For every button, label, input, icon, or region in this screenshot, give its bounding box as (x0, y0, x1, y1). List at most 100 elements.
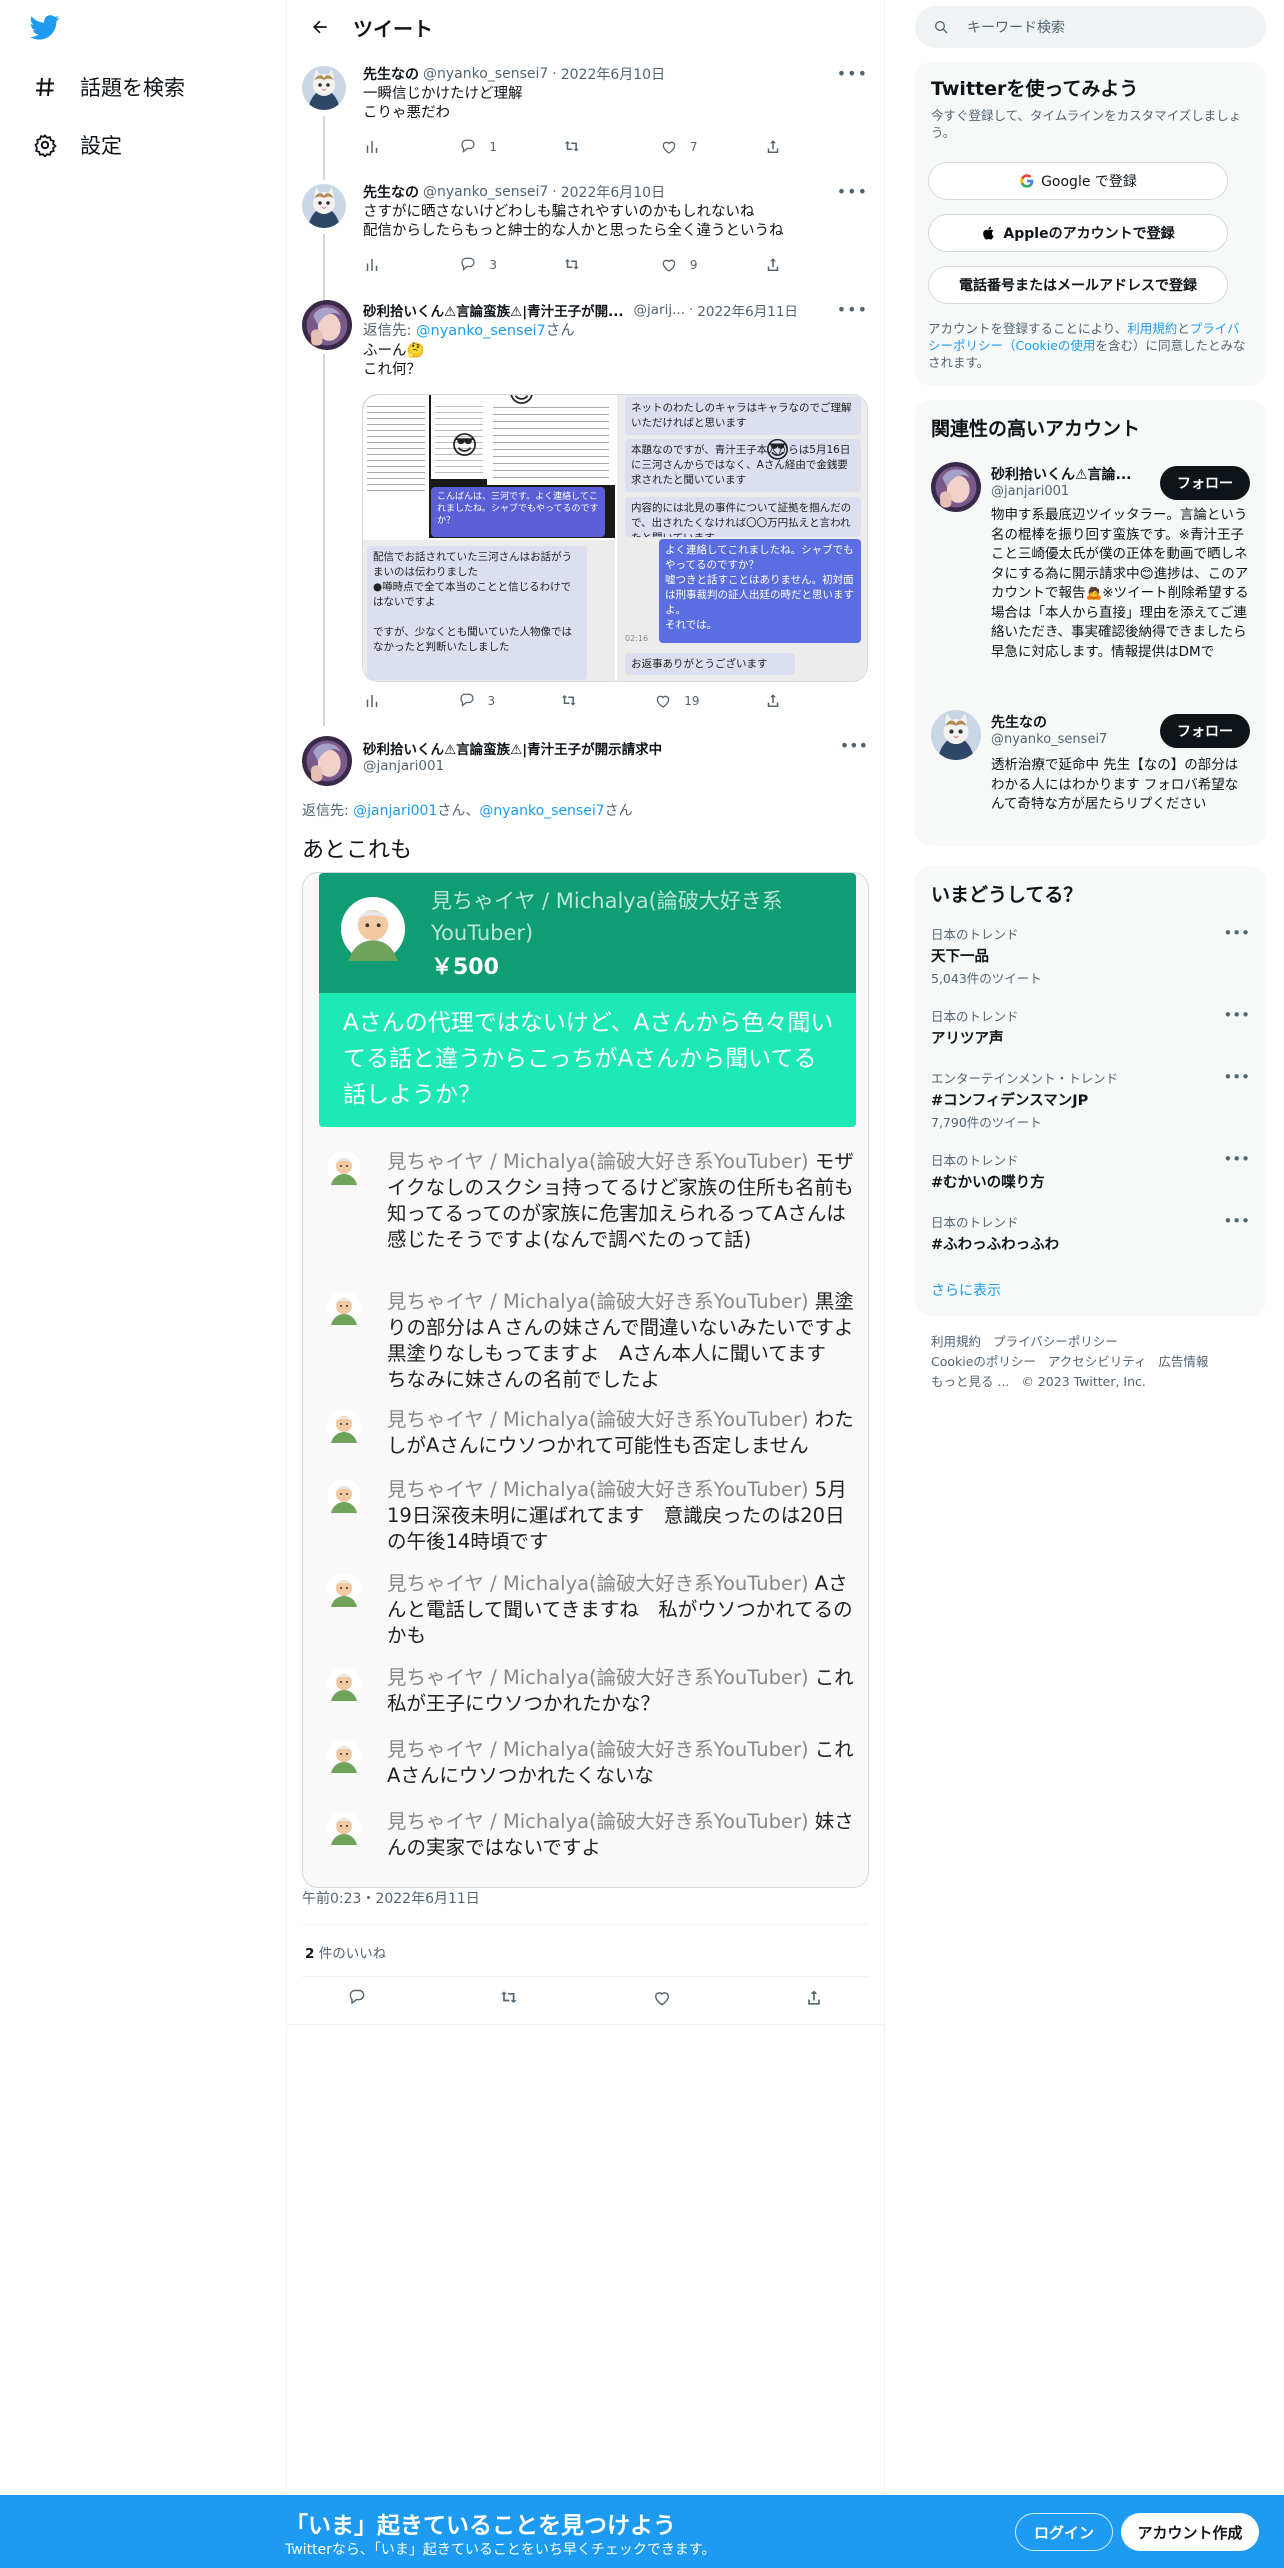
chat-avatar-icon (327, 1151, 361, 1185)
views-button[interactable] (363, 138, 393, 156)
views-icon (366, 695, 378, 707)
thread-tweet[interactable]: 先生なの @nyanko_sensei7 · 2022年6月10日 ••• さす… (287, 168, 884, 292)
like-button[interactable] (652, 1988, 672, 2012)
tweet-image[interactable]: 見ちゃイヤ / Michalya(論破大好き系YouTuber) ￥500 Aさ… (302, 872, 869, 1888)
trend-item[interactable]: 日本のトレンド 天下一品 5,043件のツイート ••• (931, 924, 1250, 987)
more-icon[interactable]: ••• (837, 182, 868, 201)
google-signup-button[interactable]: Google で登録 (928, 162, 1228, 200)
tweet-image[interactable]: 😎 😎 こんばんは、三河です。よく連絡してこれましたね。シャブでもやってるのです… (363, 395, 615, 538)
account-handle[interactable]: @nyanko_sensei7 (991, 732, 1107, 747)
tweet-text: さすがに晒さないけどわしも騙されやすいのかもしれないね 配信からしたらもっと紳士… (363, 203, 868, 241)
more-icon[interactable]: ••• (1223, 1212, 1250, 1230)
tweet-line: 一瞬信じかけたけど理解 (363, 86, 523, 102)
more-icon[interactable]: ••• (1223, 1006, 1250, 1024)
tweet-actions: 3 19 (363, 692, 794, 710)
nav-explore[interactable]: 話題を検索 (30, 67, 185, 107)
footer-cookie-link[interactable]: Cookieのポリシー (931, 1354, 1036, 1369)
search-box[interactable]: キーワード検索 (915, 6, 1266, 48)
avatar[interactable] (302, 66, 346, 110)
avatar[interactable] (302, 300, 352, 350)
retweet-button[interactable] (563, 256, 593, 274)
more-icon[interactable]: ••• (1223, 1150, 1250, 1168)
tweet-line: 配信からしたらもっと紳士的な人かと思ったら全く違うというね (363, 223, 784, 239)
more-icon[interactable]: ••• (840, 736, 868, 755)
reply-button[interactable] (347, 1988, 367, 2012)
author-name[interactable]: 先生なの (363, 64, 419, 84)
likes-summary[interactable]: 2 件のいいね (305, 1942, 386, 1962)
trend-name: アリツア声 (931, 1031, 1004, 1047)
account-name[interactable]: 先生なの (991, 712, 1047, 732)
tweet-date[interactable]: 2022年6月10日 (561, 64, 665, 84)
retweet-button[interactable] (563, 138, 593, 156)
retweet-button[interactable] (560, 692, 590, 710)
tweet-timestamp[interactable]: 午前0:23・2022年6月11日 (302, 1888, 480, 1908)
tweet-image[interactable]: ネットのわたしのキャラはキャラなのでご理解いただければと思います 本題なのですが… (617, 395, 867, 681)
follow-button[interactable]: フォロー (1160, 466, 1250, 500)
author-name[interactable]: 砂利拾いくん⚠言論蛮族⚠|青汁王子が開... (363, 300, 624, 320)
mention-link[interactable]: @janjari001 (353, 803, 437, 819)
login-button[interactable]: ログイン (1015, 2513, 1113, 2551)
account-handle[interactable]: @janjari001 (991, 484, 1069, 499)
tweet-image[interactable]: 配信でお話されていた三河さんはお話がうまいのは伝わりました ●噂時点で全て本当の… (363, 540, 615, 681)
footer-terms-link[interactable]: 利用規約 (931, 1334, 981, 1349)
author-name[interactable]: 砂利拾いくん⚠言論蛮族⚠|青汁王子が開示請求中 (363, 738, 662, 758)
author-handle[interactable]: @janjari001 (363, 758, 444, 774)
reply-button[interactable]: 3 (458, 692, 495, 710)
more-icon[interactable]: ••• (837, 64, 868, 83)
footer-ads-link[interactable]: 広告情報 (1158, 1354, 1208, 1369)
share-button[interactable] (764, 256, 794, 274)
apple-signup-button[interactable]: Appleのアカウントで登録 (928, 214, 1228, 252)
more-icon[interactable]: ••• (1223, 924, 1250, 942)
account-name[interactable]: 砂利拾いくん⚠言論... (991, 464, 1132, 484)
reply-to: 返信先: @nyanko_sensei7さん (363, 322, 868, 341)
share-button[interactable] (804, 1988, 824, 2012)
trend-item[interactable]: 日本のトレンド #ふわっふわっふわ ••• (931, 1212, 1250, 1254)
reply-mid: さん、 (437, 803, 480, 819)
mention-link[interactable]: @nyanko_sensei7 (416, 323, 546, 339)
reply-button[interactable]: 3 (459, 256, 497, 274)
show-more-link[interactable]: さらに表示 (931, 1280, 1001, 1300)
follow-button[interactable]: フォロー (1160, 714, 1250, 748)
avatar[interactable] (931, 710, 981, 760)
author-handle[interactable]: @jarij... (634, 302, 685, 318)
terms-link[interactable]: 利用規約 (1127, 321, 1177, 336)
like-button[interactable]: 7 (660, 138, 698, 156)
phone-email-signup-label: 電話番号またはメールアドレスで登録 (959, 278, 1197, 294)
author-handle[interactable]: @nyanko_sensei7 (423, 184, 548, 200)
tweet-date[interactable]: 2022年6月11日 (697, 300, 798, 320)
retweet-button[interactable] (499, 1988, 519, 2012)
sunglasses-emoji-icon: 😎 (765, 436, 791, 464)
trend-item[interactable]: エンターテインメント・トレンド #コンフィデンスマンJP 7,790件のツイート… (931, 1068, 1250, 1131)
thread-tweet[interactable]: 砂利拾いくん⚠言論蛮族⚠|青汁王子が開... @jarij... · 2022年… (287, 292, 884, 718)
twitter-logo-icon[interactable] (29, 12, 66, 48)
footer-more-link[interactable]: もっと見る ... (931, 1374, 1009, 1389)
footer-accessibility-link[interactable]: アクセシビリティ (1048, 1354, 1147, 1369)
more-icon[interactable]: ••• (837, 300, 868, 319)
tweet-date[interactable]: 2022年6月10日 (561, 182, 665, 202)
signup-button[interactable]: アカウント作成 (1121, 2513, 1259, 2551)
share-button[interactable] (764, 692, 794, 710)
share-button[interactable] (764, 138, 794, 156)
reply-button[interactable]: 1 (459, 138, 497, 156)
nav-settings[interactable]: 設定 (30, 125, 122, 165)
phone-email-signup-button[interactable]: 電話番号またはメールアドレスで登録 (928, 266, 1228, 304)
reply-icon (459, 693, 474, 707)
mention-link[interactable]: @nyanko_sensei7 (479, 803, 604, 819)
avatar[interactable] (302, 736, 352, 786)
tweet-image-grid[interactable]: 😎 😎 こんばんは、三河です。よく連絡してこれましたね。シャブでもやってるのです… (362, 394, 868, 682)
thread-tweet[interactable]: 先生なの @nyanko_sensei7 · 2022年6月10日 ••• 一瞬… (287, 54, 884, 168)
trend-item[interactable]: 日本のトレンド アリツア声 ••• (931, 1006, 1250, 1048)
more-icon[interactable]: ••• (1223, 1068, 1250, 1086)
avatar[interactable] (931, 462, 981, 512)
views-button[interactable] (363, 256, 393, 274)
footer-privacy-link[interactable]: プライバシーポリシー (993, 1334, 1118, 1349)
search-input[interactable]: キーワード検索 (967, 17, 1065, 37)
like-button[interactable]: 19 (654, 692, 699, 710)
trend-item[interactable]: 日本のトレンド #むかいの喋り方 ••• (931, 1150, 1250, 1192)
like-button[interactable]: 9 (660, 256, 698, 274)
avatar[interactable] (302, 184, 346, 228)
back-arrow-icon[interactable] (303, 10, 337, 44)
author-name[interactable]: 先生なの (363, 182, 419, 202)
views-button[interactable] (363, 692, 393, 710)
author-handle[interactable]: @nyanko_sensei7 (423, 66, 548, 82)
